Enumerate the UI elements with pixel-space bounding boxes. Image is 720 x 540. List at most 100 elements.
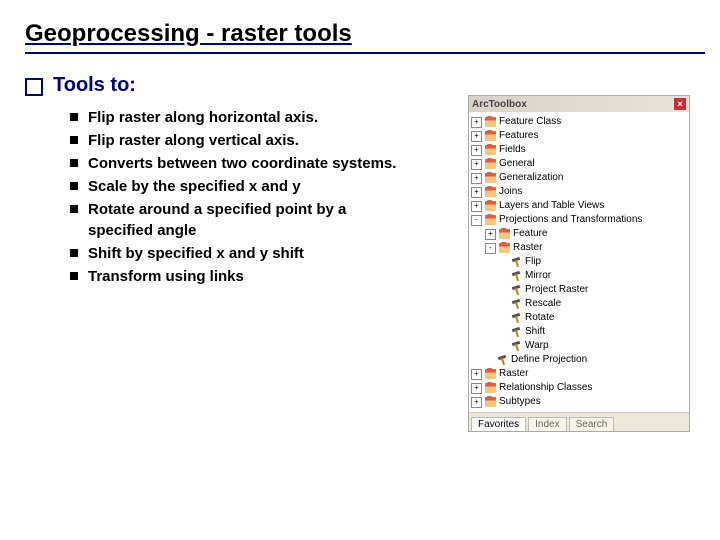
tree-item-label: Feature xyxy=(513,227,547,241)
tree-item[interactable]: + General xyxy=(471,157,687,171)
section-header: Tools to: xyxy=(25,74,695,97)
expand-icon[interactable]: + xyxy=(471,145,482,156)
toolbox-icon xyxy=(485,173,496,183)
expand-icon[interactable]: + xyxy=(485,229,496,240)
tree-item-label: General xyxy=(499,157,535,171)
tree-item[interactable]: Mirror xyxy=(471,269,687,283)
tool-icon xyxy=(512,285,522,295)
toolbox-icon xyxy=(499,243,510,253)
section-label: Tools to: xyxy=(53,74,136,97)
tool-icon xyxy=(512,299,522,309)
expand-icon[interactable]: + xyxy=(471,173,482,184)
panel-tabs: Favorites Index Search xyxy=(469,412,689,431)
tree-item[interactable]: + Feature xyxy=(471,227,687,241)
tool-icon xyxy=(512,257,522,267)
tab-favorites[interactable]: Favorites xyxy=(471,417,526,431)
bullet-text: Flip raster along horizontal axis. xyxy=(88,107,318,128)
tree-item-label: Warp xyxy=(525,339,549,353)
tool-icon xyxy=(498,355,508,365)
bullet-text: Shift by specified x and y shift xyxy=(88,243,304,264)
bullet-icon xyxy=(70,249,78,257)
bullet-icon xyxy=(70,136,78,144)
tree-item-label: Relationship Classes xyxy=(499,381,592,395)
tree-item-label: Define Projection xyxy=(511,353,587,367)
toolbox-icon xyxy=(485,131,496,141)
slide-title: Geoprocessing - raster tools xyxy=(25,20,695,48)
tree-item[interactable]: Shift xyxy=(471,325,687,339)
tree-item[interactable]: + Raster xyxy=(471,367,687,381)
tool-icon xyxy=(512,341,522,351)
expand-icon[interactable]: + xyxy=(471,383,482,394)
tree-item-label: Flip xyxy=(525,255,541,269)
tree-item[interactable]: Rescale xyxy=(471,297,687,311)
bullet-icon xyxy=(70,113,78,121)
tree-item-label: Joins xyxy=(499,185,522,199)
bullet-text: Rotate around a specified point by a spe… xyxy=(88,199,398,241)
expand-icon[interactable]: + xyxy=(471,369,482,380)
tool-icon xyxy=(512,327,522,337)
panel-title: ArcToolbox xyxy=(472,99,527,110)
tree-item-label: Subtypes xyxy=(499,395,541,409)
toolbox-icon xyxy=(485,117,496,127)
collapse-icon[interactable]: - xyxy=(471,215,482,226)
title-rule xyxy=(25,52,705,54)
tree-item[interactable]: Warp xyxy=(471,339,687,353)
toolbox-icon xyxy=(485,145,496,155)
tree-item[interactable]: + Joins xyxy=(471,185,687,199)
tree-item[interactable]: + Subtypes xyxy=(471,395,687,409)
tree-item-label: Raster xyxy=(513,241,542,255)
bullet-icon xyxy=(70,159,78,167)
tab-search[interactable]: Search xyxy=(569,417,615,431)
tab-index[interactable]: Index xyxy=(528,417,566,431)
tree-item-label: Mirror xyxy=(525,269,551,283)
tree-item[interactable]: + Relationship Classes xyxy=(471,381,687,395)
tree-item-label: Shift xyxy=(525,325,545,339)
tree-item[interactable]: Rotate xyxy=(471,311,687,325)
expand-icon[interactable]: + xyxy=(471,187,482,198)
bullet-text: Transform using links xyxy=(88,266,244,287)
tree-item[interactable]: + Features xyxy=(471,129,687,143)
tree-item-label: Rotate xyxy=(525,311,554,325)
tree-item[interactable]: + Generalization xyxy=(471,171,687,185)
square-bullet-icon xyxy=(25,78,43,96)
toolbox-icon xyxy=(485,397,496,407)
tree-item-label: Fields xyxy=(499,143,526,157)
tree-item[interactable]: + Fields xyxy=(471,143,687,157)
bullet-icon xyxy=(70,182,78,190)
bullet-text: Converts between two coordinate systems. xyxy=(88,153,396,174)
bullet-icon xyxy=(70,272,78,280)
tree-item[interactable]: - Raster xyxy=(471,241,687,255)
bullet-icon xyxy=(70,205,78,213)
tree-item[interactable]: Flip xyxy=(471,255,687,269)
tree-item-label: Layers and Table Views xyxy=(499,199,604,213)
toolbox-icon xyxy=(485,201,496,211)
tool-icon xyxy=(512,271,522,281)
bullet-text: Scale by the specified x and y xyxy=(88,176,301,197)
tree-item-label: Feature Class xyxy=(499,115,561,129)
tree-item-label: Features xyxy=(499,129,538,143)
tree-view: + Feature Class + Features + Fields + General + G… xyxy=(469,112,689,412)
expand-icon[interactable]: + xyxy=(471,201,482,212)
toolbox-icon xyxy=(485,369,496,379)
tree-item-label: Project Raster xyxy=(525,283,588,297)
tree-item-label: Rescale xyxy=(525,297,561,311)
expand-icon[interactable]: + xyxy=(471,159,482,170)
panel-titlebar: ArcToolbox × xyxy=(469,96,689,112)
expand-icon[interactable]: + xyxy=(471,131,482,142)
tree-item[interactable]: Project Raster xyxy=(471,283,687,297)
tree-item[interactable]: Define Projection xyxy=(471,353,687,367)
toolbox-icon xyxy=(485,215,496,225)
toolbox-icon xyxy=(485,159,496,169)
tree-item-label: Raster xyxy=(499,367,528,381)
expand-icon[interactable]: + xyxy=(471,397,482,408)
collapse-icon[interactable]: - xyxy=(485,243,496,254)
tree-item[interactable]: -Projections and Transformations xyxy=(471,213,687,227)
tree-item-label: Generalization xyxy=(499,171,563,185)
toolbox-icon xyxy=(499,229,510,239)
bullet-text: Flip raster along vertical axis. xyxy=(88,130,299,151)
expand-icon[interactable]: + xyxy=(471,117,482,128)
close-icon[interactable]: × xyxy=(674,98,686,110)
tree-item[interactable]: + Layers and Table Views xyxy=(471,199,687,213)
tree-item[interactable]: + Feature Class xyxy=(471,115,687,129)
arctoolbox-panel: ArcToolbox × + Feature Class + Features + Fie… xyxy=(468,95,690,432)
